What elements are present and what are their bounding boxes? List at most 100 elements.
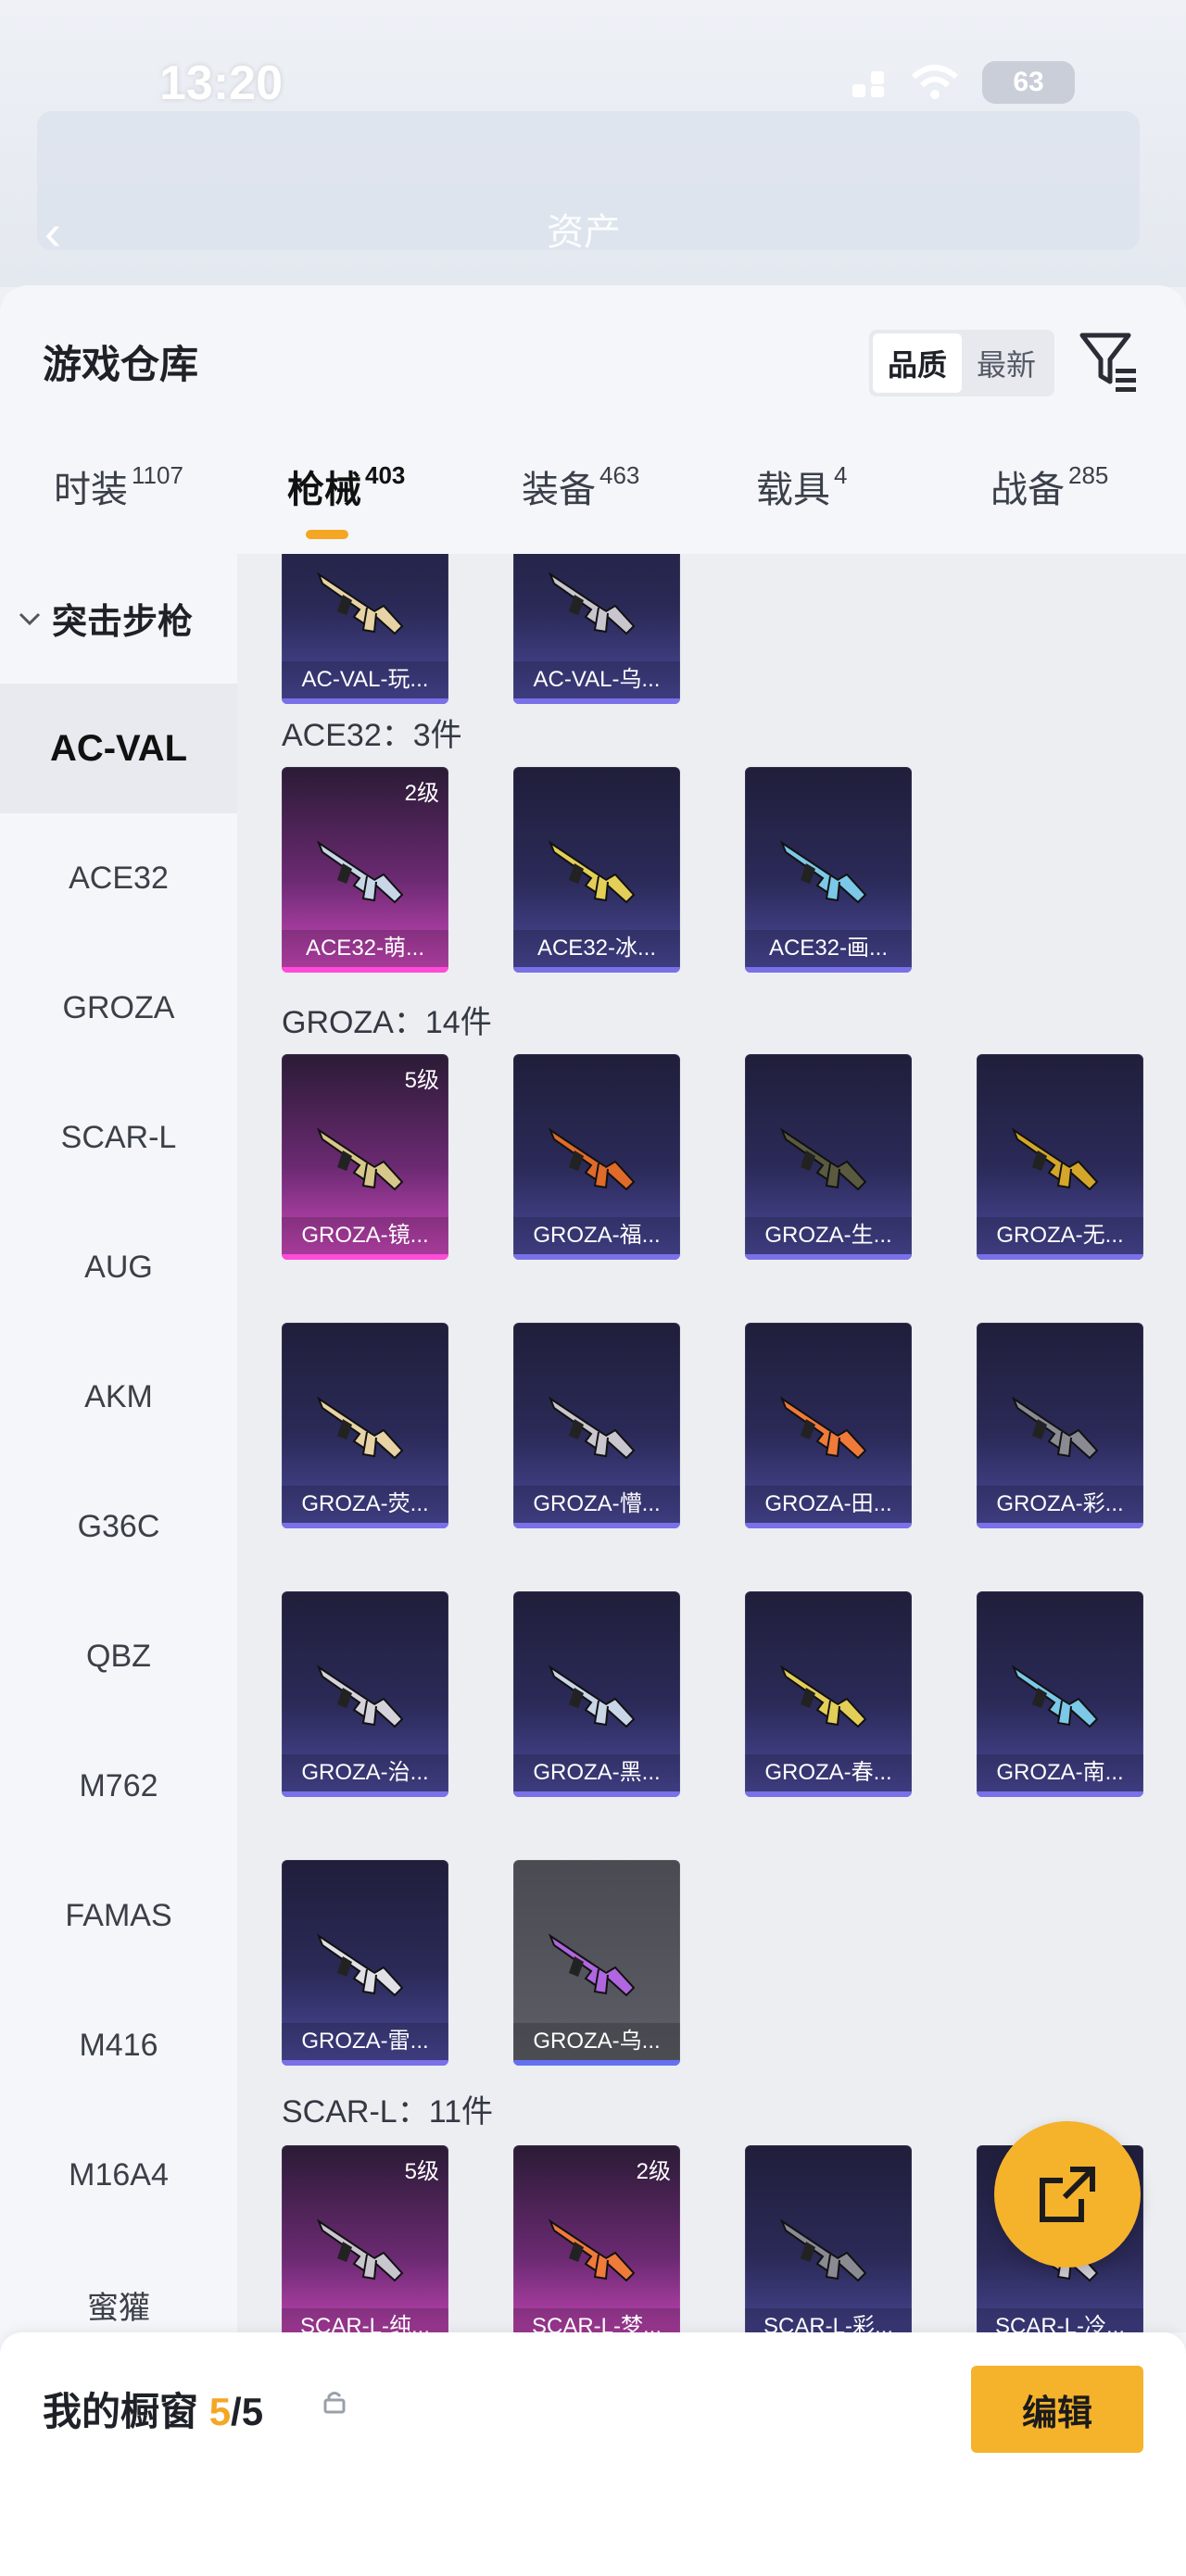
sidebar-item[interactable]: QBZ	[0, 1591, 237, 1721]
share-button[interactable]	[994, 2121, 1141, 2268]
weapon-card[interactable]: GROZA-田...	[745, 1323, 912, 1528]
sidebar-item[interactable]: M16A4	[0, 2110, 237, 2240]
weapon-card[interactable]: GROZA-黑...	[513, 1591, 680, 1797]
weapon-card[interactable]: GROZA-懵...	[513, 1323, 680, 1528]
weapon-card[interactable]: 5级 SCAR-L-纯...	[282, 2145, 448, 2332]
weapon-name: SCAR-L-彩...	[745, 2308, 912, 2332]
weapon-card[interactable]: 2级 ACE32-萌...	[282, 767, 448, 973]
weapon-name: ACE32-画...	[745, 930, 912, 967]
weapon-card[interactable]: SCAR-L-彩...	[745, 2145, 912, 2332]
rarity-stripe	[282, 1254, 448, 1260]
rarity-stripe	[745, 1791, 912, 1797]
weapon-skin-icon	[316, 2218, 404, 2282]
weapon-card[interactable]: GROZA-荧...	[282, 1323, 448, 1528]
weapon-grid: AC-VAL-玩... AC-VAL-乌... ACE32：3件 2级 ACE32-萌.…	[237, 554, 1186, 2332]
sidebar-item[interactable]: FAMAS	[0, 1851, 237, 1980]
level-badge: 5级	[404, 1068, 439, 1093]
rarity-stripe	[513, 967, 680, 973]
weapon-card[interactable]: GROZA-生...	[745, 1054, 912, 1260]
weapon-card[interactable]: GROZA-福...	[513, 1054, 680, 1260]
weapon-skin-icon	[779, 1396, 867, 1460]
group-label: SCAR-L：11件	[282, 2094, 493, 2130]
weapon-card[interactable]: 5级 GROZA-镜...	[282, 1054, 448, 1260]
weapon-name: GROZA-雷...	[282, 2023, 448, 2060]
back-icon[interactable]: ‹	[44, 204, 61, 261]
weapon-card[interactable]: GROZA-南...	[977, 1591, 1143, 1797]
weapon-name: GROZA-荧...	[282, 1486, 448, 1523]
weapon-skin-icon	[779, 2218, 867, 2282]
tab-weapons[interactable]: 枪械 403	[287, 459, 405, 561]
group-label: ACE32：3件	[282, 718, 462, 753]
sidebar-item[interactable]: SCAR-L	[0, 1073, 237, 1202]
filter-icon[interactable]	[1077, 328, 1140, 395]
tab-equipment[interactable]: 装备 463	[522, 459, 639, 561]
rarity-stripe	[513, 1523, 680, 1528]
status-area: 13:20 63 ‹ 资产	[0, 0, 1186, 287]
weapon-skin-icon	[316, 1933, 404, 1997]
weapon-skin-icon	[779, 1127, 867, 1191]
weapon-skin-icon	[779, 840, 867, 904]
weapon-name: GROZA-黑...	[513, 1754, 680, 1791]
weapon-skin-icon	[316, 1665, 404, 1728]
weapon-skin-icon	[1011, 1127, 1099, 1191]
weapon-card[interactable]: GROZA-治...	[282, 1591, 448, 1797]
sort-latest-button[interactable]: 最新	[962, 333, 1051, 393]
category-header[interactable]: 突击步枪	[17, 593, 193, 644]
weapon-name: GROZA-镜...	[282, 1217, 448, 1254]
sort-toggle: 品质 最新	[869, 330, 1054, 396]
weapon-name: GROZA-生...	[745, 1217, 912, 1254]
active-tab-indicator	[306, 530, 348, 539]
sidebar-item[interactable]: M762	[0, 1721, 237, 1851]
sidebar-item[interactable]: ACE32	[0, 813, 237, 943]
weapon-skin-icon	[548, 572, 636, 635]
weapon-name: SCAR-L-纯...	[282, 2308, 448, 2332]
tab-outfits[interactable]: 时装 1107	[54, 459, 183, 561]
chevron-down-icon	[19, 612, 41, 625]
weapon-card[interactable]: ACE32-画...	[745, 767, 912, 973]
rarity-stripe	[745, 1523, 912, 1528]
weapon-card[interactable]: GROZA-彩...	[977, 1323, 1143, 1528]
showcase-bar: 我的橱窗 5/5 编辑	[0, 2332, 1186, 2576]
weapon-name: GROZA-南...	[977, 1754, 1143, 1791]
weapon-card[interactable]: GROZA-雷...	[282, 1860, 448, 2066]
weapon-skin-icon	[316, 1396, 404, 1460]
weapon-card[interactable]: ACE32-冰...	[513, 767, 680, 973]
level-badge: 5级	[404, 2159, 439, 2184]
rarity-stripe	[977, 1523, 1143, 1528]
sidebar-item[interactable]: AKM	[0, 1332, 237, 1462]
weapon-name: GROZA-彩...	[977, 1486, 1143, 1523]
weapon-card[interactable]: AC-VAL-玩...	[282, 554, 448, 704]
weapon-name: GROZA-治...	[282, 1754, 448, 1791]
sidebar-item[interactable]: AC-VAL	[0, 684, 237, 813]
weapon-skin-icon	[548, 1933, 636, 1997]
tab-supplies[interactable]: 战备 285	[990, 459, 1108, 561]
sidebar-item[interactable]: M416	[0, 1980, 237, 2110]
sidebar-item[interactable]: GROZA	[0, 943, 237, 1073]
weapon-skin-icon	[316, 840, 404, 904]
weapon-card[interactable]: GROZA-乌...	[513, 1860, 680, 2066]
wifi-icon	[912, 65, 958, 99]
weapon-skin-icon	[1011, 1665, 1099, 1728]
signal-icon	[852, 71, 884, 97]
weapon-card[interactable]: AC-VAL-乌...	[513, 554, 680, 704]
weapon-name: GROZA-春...	[745, 1754, 912, 1791]
weapon-name: AC-VAL-玩...	[282, 661, 448, 698]
rarity-stripe	[282, 967, 448, 973]
sidebar-item[interactable]: AUG	[0, 1202, 237, 1332]
weapon-skin-icon	[1011, 1396, 1099, 1460]
category-tabs: 时装 1107 枪械 403 装备 463 载具 4 战备 285	[0, 459, 1186, 561]
sidebar-item[interactable]: G36C	[0, 1462, 237, 1591]
weapon-name: GROZA-田...	[745, 1486, 912, 1523]
weapon-name: AC-VAL-乌...	[513, 661, 680, 698]
edit-button[interactable]: 编辑	[971, 2366, 1143, 2453]
weapon-skin-icon	[316, 572, 404, 635]
rarity-stripe	[282, 1523, 448, 1528]
lock-icon	[323, 2392, 346, 2414]
weapon-card[interactable]: GROZA-无...	[977, 1054, 1143, 1260]
weapon-name: SCAR-L-梦...	[513, 2308, 680, 2332]
weapon-card[interactable]: GROZA-春...	[745, 1591, 912, 1797]
weapon-skin-icon	[548, 1127, 636, 1191]
tab-vehicles[interactable]: 载具 4	[756, 459, 847, 561]
weapon-card[interactable]: 2级 SCAR-L-梦...	[513, 2145, 680, 2332]
sort-quality-button[interactable]: 品质	[873, 333, 962, 393]
